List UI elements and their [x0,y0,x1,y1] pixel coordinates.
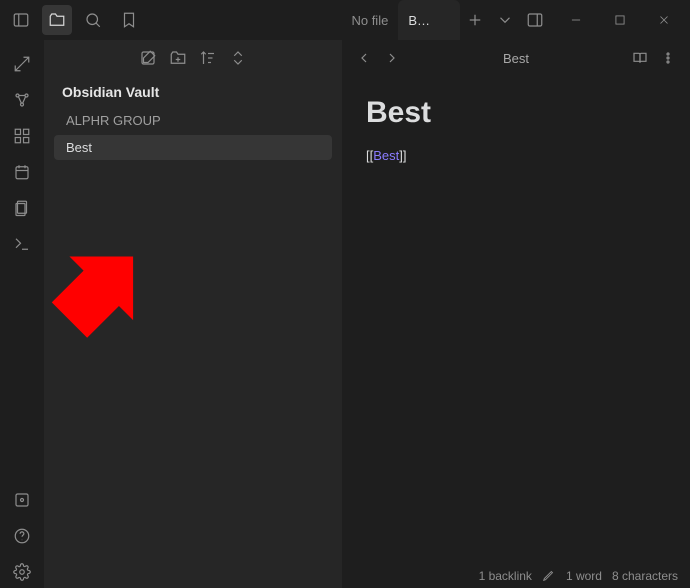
tree-item-label: ALPHR GROUP [66,113,161,128]
note-body: [[Best]] [366,148,666,163]
toggle-right-sidebar-icon[interactable] [520,5,550,35]
vault-icon[interactable] [6,484,38,516]
tree-item[interactable]: Best [54,135,332,160]
settings-icon[interactable] [6,556,38,588]
tab-inactive[interactable]: No file [341,0,398,40]
window-close-button[interactable] [644,5,684,35]
status-words[interactable]: 1 word [566,569,602,583]
more-options-icon[interactable] [654,44,682,72]
toggle-left-sidebar-icon[interactable] [6,5,36,35]
new-tab-button[interactable] [460,5,490,35]
edit-status-icon[interactable] [542,568,556,585]
tab-active[interactable]: B… [398,0,460,40]
quick-switcher-icon[interactable] [6,48,38,80]
canvas-icon[interactable] [6,120,38,152]
close-icon[interactable] [436,13,450,27]
editor-pane: Best Best [[Best]] 1 backlink 1 word 8 c… [342,40,690,588]
nav-back-icon[interactable] [350,44,378,72]
tab-dropdown-icon[interactable] [490,5,520,35]
window-minimize-button[interactable] [556,5,596,35]
window-maximize-button[interactable] [600,5,640,35]
templates-icon[interactable] [6,192,38,224]
statusbar: 1 backlink 1 word 8 characters [467,564,690,588]
file-explorer: Obsidian Vault ALPHR GROUP Best [44,40,342,588]
help-icon[interactable] [6,520,38,552]
graph-icon[interactable] [6,84,38,116]
daily-note-icon[interactable] [6,156,38,188]
ribbon [0,40,44,588]
note-title: Best [366,96,666,130]
nav-forward-icon[interactable] [378,44,406,72]
wikilink[interactable]: Best [373,148,399,163]
status-chars[interactable]: 8 characters [612,569,678,583]
tree-item[interactable]: ALPHR GROUP [54,108,332,133]
sort-icon[interactable] [199,49,217,70]
new-note-icon[interactable] [139,49,157,70]
search-icon[interactable] [78,5,108,35]
editor-content[interactable]: Best [[Best]] [342,76,690,183]
tree-item-label: Best [66,140,92,155]
collapse-icon[interactable] [229,49,247,70]
vault-title: Obsidian Vault [44,78,342,108]
bookmark-icon[interactable] [114,5,144,35]
new-folder-icon[interactable] [169,49,187,70]
reading-view-icon[interactable] [626,44,654,72]
tab-active-label: B… [408,13,430,28]
tab-inactive-label: No file [351,13,388,28]
breadcrumb[interactable]: Best [406,51,626,66]
files-icon[interactable] [42,5,72,35]
titlebar: No file B… [0,0,690,40]
command-palette-icon[interactable] [6,228,38,260]
status-backlinks[interactable]: 1 backlink [479,569,532,583]
